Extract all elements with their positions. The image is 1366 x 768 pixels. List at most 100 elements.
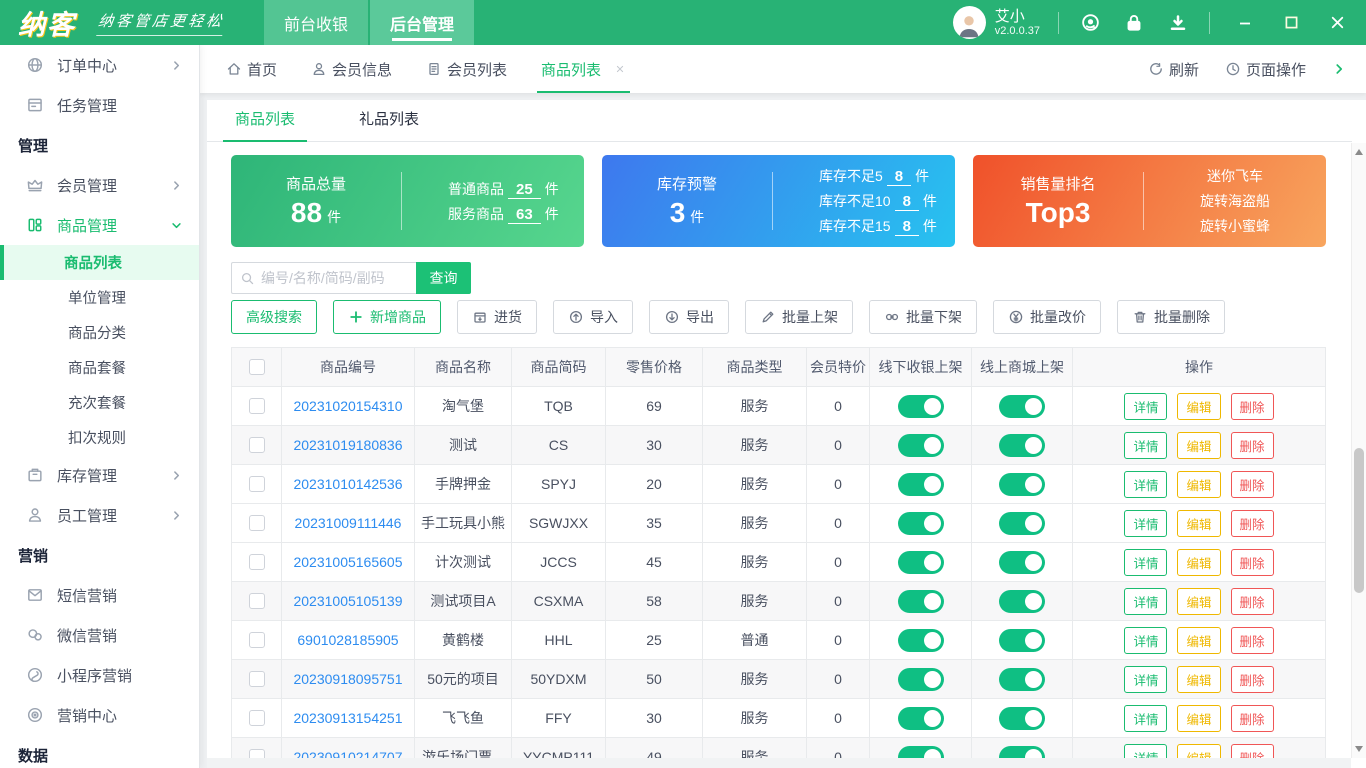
query-button[interactable]: 查询 [416,262,471,294]
content-tab-0[interactable]: 商品列表 [231,108,299,141]
row-checkbox[interactable] [249,515,265,531]
product-id-link[interactable]: 20231010142536 [282,465,415,504]
avatar[interactable] [953,6,986,39]
delete-button[interactable]: 删除 [1231,471,1274,498]
search-input[interactable] [261,270,401,286]
online-mall-toggle[interactable] [999,395,1045,418]
delete-button[interactable]: 删除 [1231,432,1274,459]
delete-button[interactable]: 删除 [1231,393,1274,420]
toolbar-button-3[interactable]: 导入 [553,300,633,334]
row-checkbox[interactable] [249,632,265,648]
edit-button[interactable]: 编辑 [1177,432,1220,459]
offline-pos-toggle[interactable] [898,551,944,574]
toolbar-button-4[interactable]: 导出 [649,300,729,334]
online-mall-toggle[interactable] [999,551,1045,574]
detail-button[interactable]: 详情 [1124,705,1167,732]
horizontal-scrollbar[interactable] [207,758,1351,768]
delete-button[interactable]: 删除 [1231,510,1274,537]
topnav-tab-0[interactable]: 前台收银 [264,0,368,45]
detail-button[interactable]: 详情 [1124,666,1167,693]
close-button[interactable] [1324,10,1350,36]
delete-button[interactable]: 删除 [1231,705,1274,732]
offline-pos-toggle[interactable] [898,434,944,457]
row-checkbox[interactable] [249,476,265,492]
detail-button[interactable]: 详情 [1124,393,1167,420]
offline-pos-toggle[interactable] [898,668,944,691]
row-checkbox[interactable] [249,671,265,687]
row-checkbox[interactable] [249,593,265,609]
breadcrumb-tab-0[interactable]: 首页 [226,45,277,93]
detail-button[interactable]: 详情 [1124,549,1167,576]
delete-button[interactable]: 删除 [1231,588,1274,615]
sidebar-subitem-9[interactable]: 充次套餐 [0,385,199,420]
toolbar-button-1[interactable]: 新增商品 [333,300,441,334]
content-tab-1[interactable]: 礼品列表 [355,108,423,141]
sidebar-subitem-10[interactable]: 扣次规则 [0,420,199,455]
detail-button[interactable]: 详情 [1124,432,1167,459]
product-id-link[interactable]: 20231020154310 [282,387,415,426]
toolbar-button-8[interactable]: 批量删除 [1117,300,1225,334]
sidebar-item-14[interactable]: 短信营销 [0,575,199,615]
toolbar-button-5[interactable]: 批量上架 [745,300,853,334]
detail-button[interactable]: 详情 [1124,510,1167,537]
select-all-checkbox[interactable] [249,359,265,375]
product-id-link[interactable]: 20231005105139 [282,582,415,621]
sidebar-item-15[interactable]: 微信营销 [0,615,199,655]
sidebar-item-12[interactable]: 员工管理 [0,495,199,535]
row-checkbox[interactable] [249,398,265,414]
edit-button[interactable]: 编辑 [1177,705,1220,732]
scroll-up-arrow[interactable] [1352,145,1366,159]
offline-pos-toggle[interactable] [898,629,944,652]
sidebar-item-4[interactable]: 商品管理 [0,205,199,245]
sidebar-item-1[interactable]: 任务管理 [0,85,199,125]
online-mall-toggle[interactable] [999,434,1045,457]
product-id-link[interactable]: 20231005165605 [282,543,415,582]
refresh-button[interactable]: 刷新 [1148,59,1199,80]
detail-button[interactable]: 详情 [1124,627,1167,654]
sidebar-subitem-5[interactable]: 商品列表 [0,245,199,280]
close-tab-icon[interactable] [614,63,626,75]
topnav-tab-1[interactable]: 后台管理 [370,0,474,45]
offline-pos-toggle[interactable] [898,590,944,613]
sidebar-subitem-7[interactable]: 商品分类 [0,315,199,350]
breadcrumb-tab-3[interactable]: 商品列表 [541,45,626,93]
edit-button[interactable]: 编辑 [1177,471,1220,498]
sidebar-item-0[interactable]: 订单中心 [0,45,199,85]
page-actions-button[interactable]: 页面操作 [1225,59,1306,80]
online-mall-toggle[interactable] [999,590,1045,613]
product-id-link[interactable]: 6901028185905 [282,621,415,660]
toolbar-button-0[interactable]: 高级搜索 [231,300,317,334]
scroll-down-arrow[interactable] [1352,742,1366,756]
sidebar-item-17[interactable]: 营销中心 [0,695,199,735]
row-checkbox[interactable] [249,554,265,570]
product-id-link[interactable]: 20231019180836 [282,426,415,465]
offline-pos-toggle[interactable] [898,707,944,730]
product-id-link[interactable]: 20231009111446 [282,504,415,543]
edit-button[interactable]: 编辑 [1177,627,1220,654]
edit-button[interactable]: 编辑 [1177,666,1220,693]
vertical-scrollbar[interactable] [1351,143,1366,758]
breadcrumb-tab-2[interactable]: 会员列表 [426,45,507,93]
breadcrumb-tab-1[interactable]: 会员信息 [311,45,392,93]
sidebar-subitem-6[interactable]: 单位管理 [0,280,199,315]
online-mall-toggle[interactable] [999,473,1045,496]
online-mall-toggle[interactable] [999,629,1045,652]
product-id-link[interactable]: 20230913154251 [282,699,415,738]
lock-icon[interactable] [1121,10,1147,36]
toolbar-button-2[interactable]: 进货 [457,300,537,334]
delete-button[interactable]: 删除 [1231,627,1274,654]
sidebar-subitem-8[interactable]: 商品套餐 [0,350,199,385]
chevron-right-icon[interactable] [1332,62,1346,76]
row-checkbox[interactable] [249,710,265,726]
row-checkbox[interactable] [249,437,265,453]
detail-button[interactable]: 详情 [1124,471,1167,498]
user-block[interactable]: 艾小 v2.0.0.37 [953,6,1040,39]
edit-button[interactable]: 编辑 [1177,588,1220,615]
edit-button[interactable]: 编辑 [1177,393,1220,420]
sidebar-item-11[interactable]: 库存管理 [0,455,199,495]
maximize-button[interactable] [1278,10,1304,36]
product-id-link[interactable]: 20230918095751 [282,660,415,699]
delete-button[interactable]: 删除 [1231,666,1274,693]
minimize-button[interactable] [1232,10,1258,36]
download-icon[interactable] [1165,10,1191,36]
